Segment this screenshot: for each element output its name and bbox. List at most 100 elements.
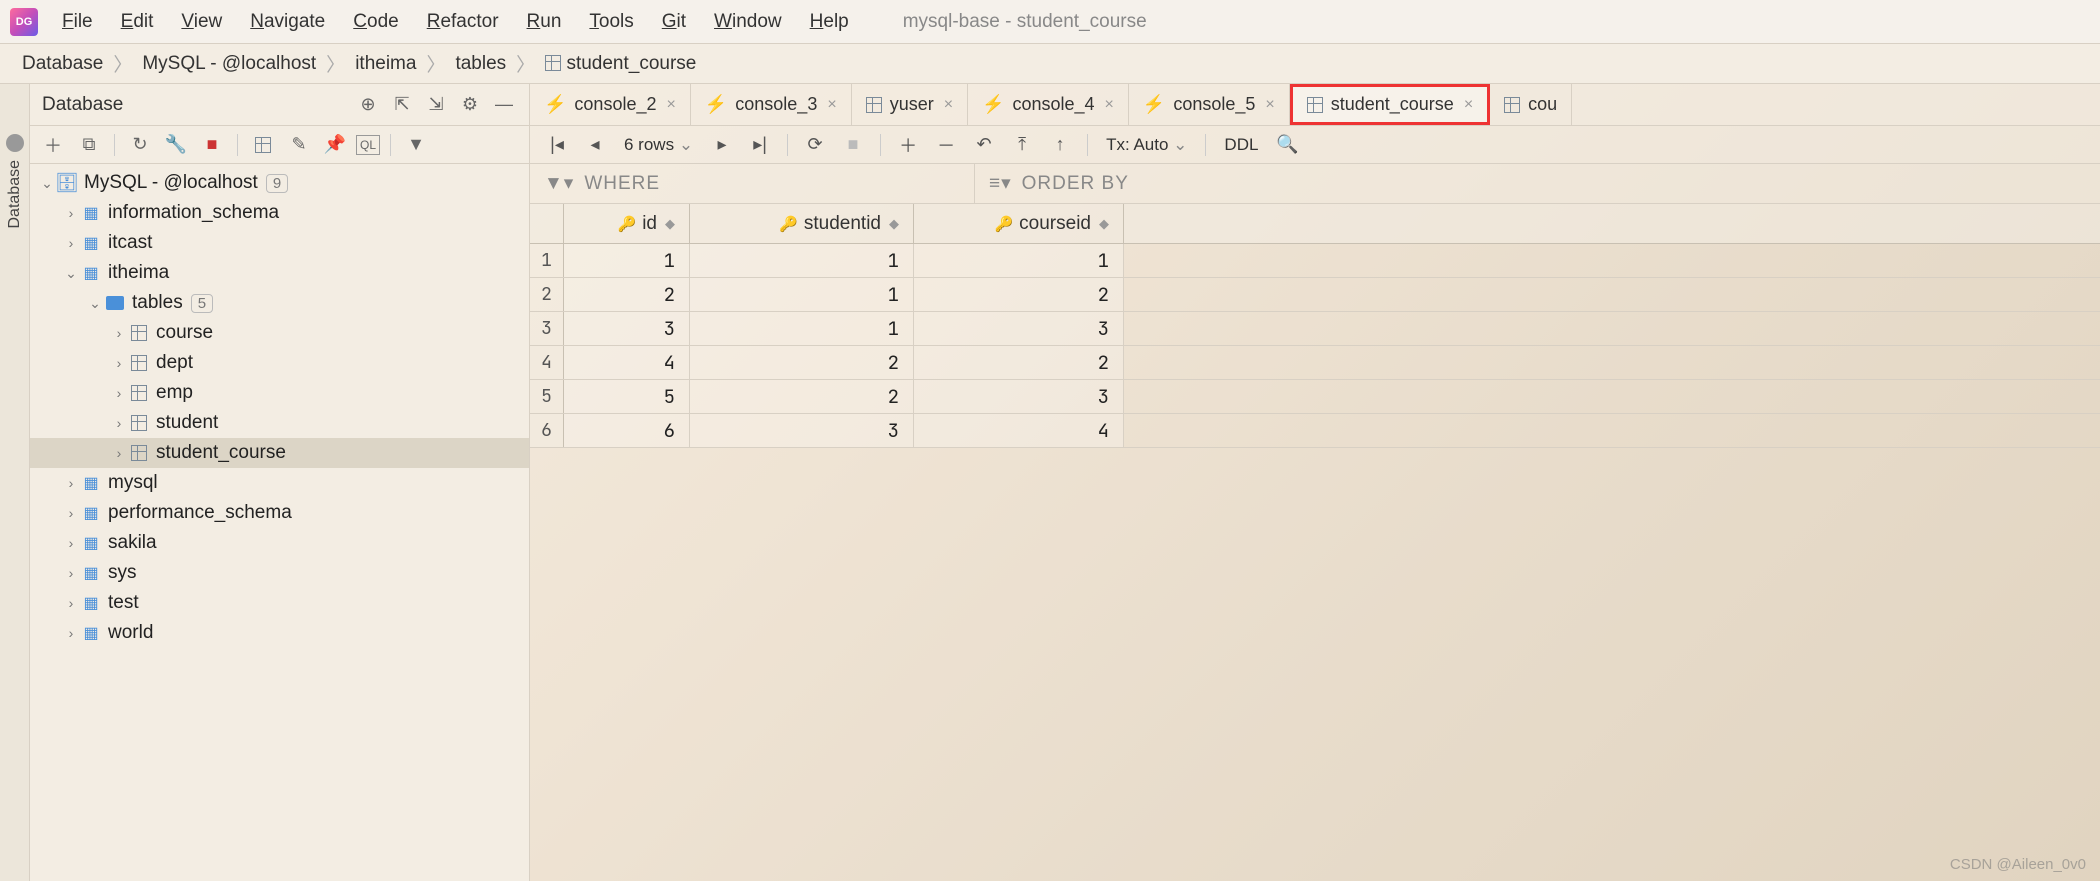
- tree-node-sys[interactable]: ›▦sys: [30, 558, 529, 588]
- menu-navigate[interactable]: Navigate: [236, 7, 339, 37]
- close-icon[interactable]: ×: [1265, 96, 1274, 114]
- menu-help[interactable]: Help: [796, 7, 863, 37]
- cell-courseid[interactable]: 1: [914, 244, 1124, 277]
- tree-node-test[interactable]: ›▦test: [30, 588, 529, 618]
- crumb-tables[interactable]: tables: [447, 53, 514, 75]
- tab-console_4[interactable]: ⚡console_4×: [968, 84, 1129, 125]
- cell-id[interactable]: 4: [564, 346, 690, 379]
- tree-node-itcast[interactable]: ›▦itcast: [30, 228, 529, 258]
- table-row[interactable]: 4422: [530, 346, 2100, 380]
- close-icon[interactable]: ×: [827, 96, 836, 114]
- table-row[interactable]: 5523: [530, 380, 2100, 414]
- stop-icon[interactable]: ■: [197, 130, 227, 160]
- tree-node-information_schema[interactable]: ›▦information_schema: [30, 198, 529, 228]
- cell-studentid[interactable]: 3: [690, 414, 914, 447]
- search-icon[interactable]: 🔍: [1272, 130, 1302, 160]
- tree-node-tables[interactable]: ⌄tables5: [30, 288, 529, 318]
- close-icon[interactable]: ×: [1464, 96, 1473, 114]
- crumb-schema[interactable]: itheima: [347, 53, 424, 75]
- cell-studentid[interactable]: 2: [690, 346, 914, 379]
- where-filter[interactable]: ▼▾WHERE: [530, 164, 975, 203]
- menu-view[interactable]: View: [167, 7, 236, 37]
- stop-icon[interactable]: ■: [838, 130, 868, 160]
- close-icon[interactable]: ×: [667, 96, 676, 114]
- menu-run[interactable]: Run: [513, 7, 576, 37]
- database-icon[interactable]: [6, 134, 24, 152]
- cell-id[interactable]: 2: [564, 278, 690, 311]
- tree-node-student_course[interactable]: ›student_course: [30, 438, 529, 468]
- menu-tools[interactable]: Tools: [575, 7, 647, 37]
- tree-node-performance_schema[interactable]: ›▦performance_schema: [30, 498, 529, 528]
- tree-node-student[interactable]: ›student: [30, 408, 529, 438]
- expand-icon[interactable]: ⇱: [387, 90, 417, 120]
- last-page-icon[interactable]: ▸|: [745, 130, 775, 160]
- cell-studentid[interactable]: 1: [690, 244, 914, 277]
- pin-icon[interactable]: 📌: [320, 130, 350, 160]
- tx-mode[interactable]: Tx: Auto ⌄: [1098, 135, 1195, 155]
- tab-student_course[interactable]: student_course×: [1290, 84, 1490, 125]
- target-icon[interactable]: ⊕: [353, 90, 383, 120]
- close-icon[interactable]: ×: [1105, 96, 1114, 114]
- crumb-table[interactable]: student_course: [537, 53, 704, 75]
- column-header-courseid[interactable]: 🔑courseid◆: [914, 204, 1124, 243]
- remove-row-icon[interactable]: －: [931, 130, 961, 160]
- close-icon[interactable]: ×: [944, 96, 953, 114]
- tree-node-itheima[interactable]: ⌄▦itheima: [30, 258, 529, 288]
- tree-node-MySQL-localhost[interactable]: ⌄🗄MySQL - @localhost9: [30, 168, 529, 198]
- ql-icon[interactable]: QL: [356, 135, 380, 155]
- menu-edit[interactable]: Edit: [107, 7, 168, 37]
- database-tree[interactable]: ⌄🗄MySQL - @localhost9›▦information_schem…: [30, 164, 529, 881]
- cell-courseid[interactable]: 3: [914, 312, 1124, 345]
- tree-node-sakila[interactable]: ›▦sakila: [30, 528, 529, 558]
- minimize-icon[interactable]: —: [489, 90, 519, 120]
- table-icon[interactable]: [248, 130, 278, 160]
- tab-console_3[interactable]: ⚡console_3×: [691, 84, 852, 125]
- cell-courseid[interactable]: 2: [914, 278, 1124, 311]
- menu-code[interactable]: Code: [339, 7, 412, 37]
- table-row[interactable]: 6634: [530, 414, 2100, 448]
- cell-studentid[interactable]: 1: [690, 312, 914, 345]
- cell-studentid[interactable]: 1: [690, 278, 914, 311]
- crumb-connection[interactable]: MySQL - @localhost: [134, 53, 324, 75]
- refresh-icon[interactable]: ↻: [125, 130, 155, 160]
- tree-node-dept[interactable]: ›dept: [30, 348, 529, 378]
- tab-console_5[interactable]: ⚡console_5×: [1129, 84, 1290, 125]
- filter-icon[interactable]: ▼: [401, 130, 431, 160]
- cell-id[interactable]: 1: [564, 244, 690, 277]
- copy-icon[interactable]: ⧉: [74, 130, 104, 160]
- add-row-icon[interactable]: ＋: [893, 130, 923, 160]
- ddl-button[interactable]: DDL: [1216, 135, 1266, 155]
- cell-studentid[interactable]: 2: [690, 380, 914, 413]
- edit-icon[interactable]: ✎: [284, 130, 314, 160]
- menu-window[interactable]: Window: [700, 7, 796, 37]
- reload-icon[interactable]: ⟳: [800, 130, 830, 160]
- next-page-icon[interactable]: ▸: [707, 130, 737, 160]
- collapse-icon[interactable]: ⇲: [421, 90, 451, 120]
- cell-courseid[interactable]: 2: [914, 346, 1124, 379]
- tree-node-emp[interactable]: ›emp: [30, 378, 529, 408]
- tree-node-course[interactable]: ›course: [30, 318, 529, 348]
- cell-id[interactable]: 3: [564, 312, 690, 345]
- tree-node-world[interactable]: ›▦world: [30, 618, 529, 648]
- tab-console_2[interactable]: ⚡console_2×: [530, 84, 691, 125]
- crumb-database[interactable]: Database: [14, 53, 111, 75]
- wrench-icon[interactable]: 🔧: [161, 130, 191, 160]
- column-header-studentid[interactable]: 🔑studentid◆: [690, 204, 914, 243]
- cell-courseid[interactable]: 4: [914, 414, 1124, 447]
- cell-id[interactable]: 5: [564, 380, 690, 413]
- commit-icon[interactable]: ⤒: [1007, 130, 1037, 160]
- rows-label[interactable]: 6 rows ⌄: [616, 135, 701, 155]
- menu-file[interactable]: File: [48, 7, 107, 37]
- tree-node-mysql[interactable]: ›▦mysql: [30, 468, 529, 498]
- upload-icon[interactable]: ↑: [1045, 130, 1075, 160]
- cell-id[interactable]: 6: [564, 414, 690, 447]
- table-row[interactable]: 1111: [530, 244, 2100, 278]
- orderby-filter[interactable]: ≡▾ORDER BY: [975, 164, 2100, 203]
- prev-page-icon[interactable]: ◂: [580, 130, 610, 160]
- tab-yuser[interactable]: yuser×: [852, 84, 968, 125]
- gear-icon[interactable]: ⚙: [455, 90, 485, 120]
- tab-cou[interactable]: cou: [1490, 84, 1572, 125]
- cell-courseid[interactable]: 3: [914, 380, 1124, 413]
- database-tool-tab[interactable]: Database: [6, 160, 24, 229]
- table-row[interactable]: 2212: [530, 278, 2100, 312]
